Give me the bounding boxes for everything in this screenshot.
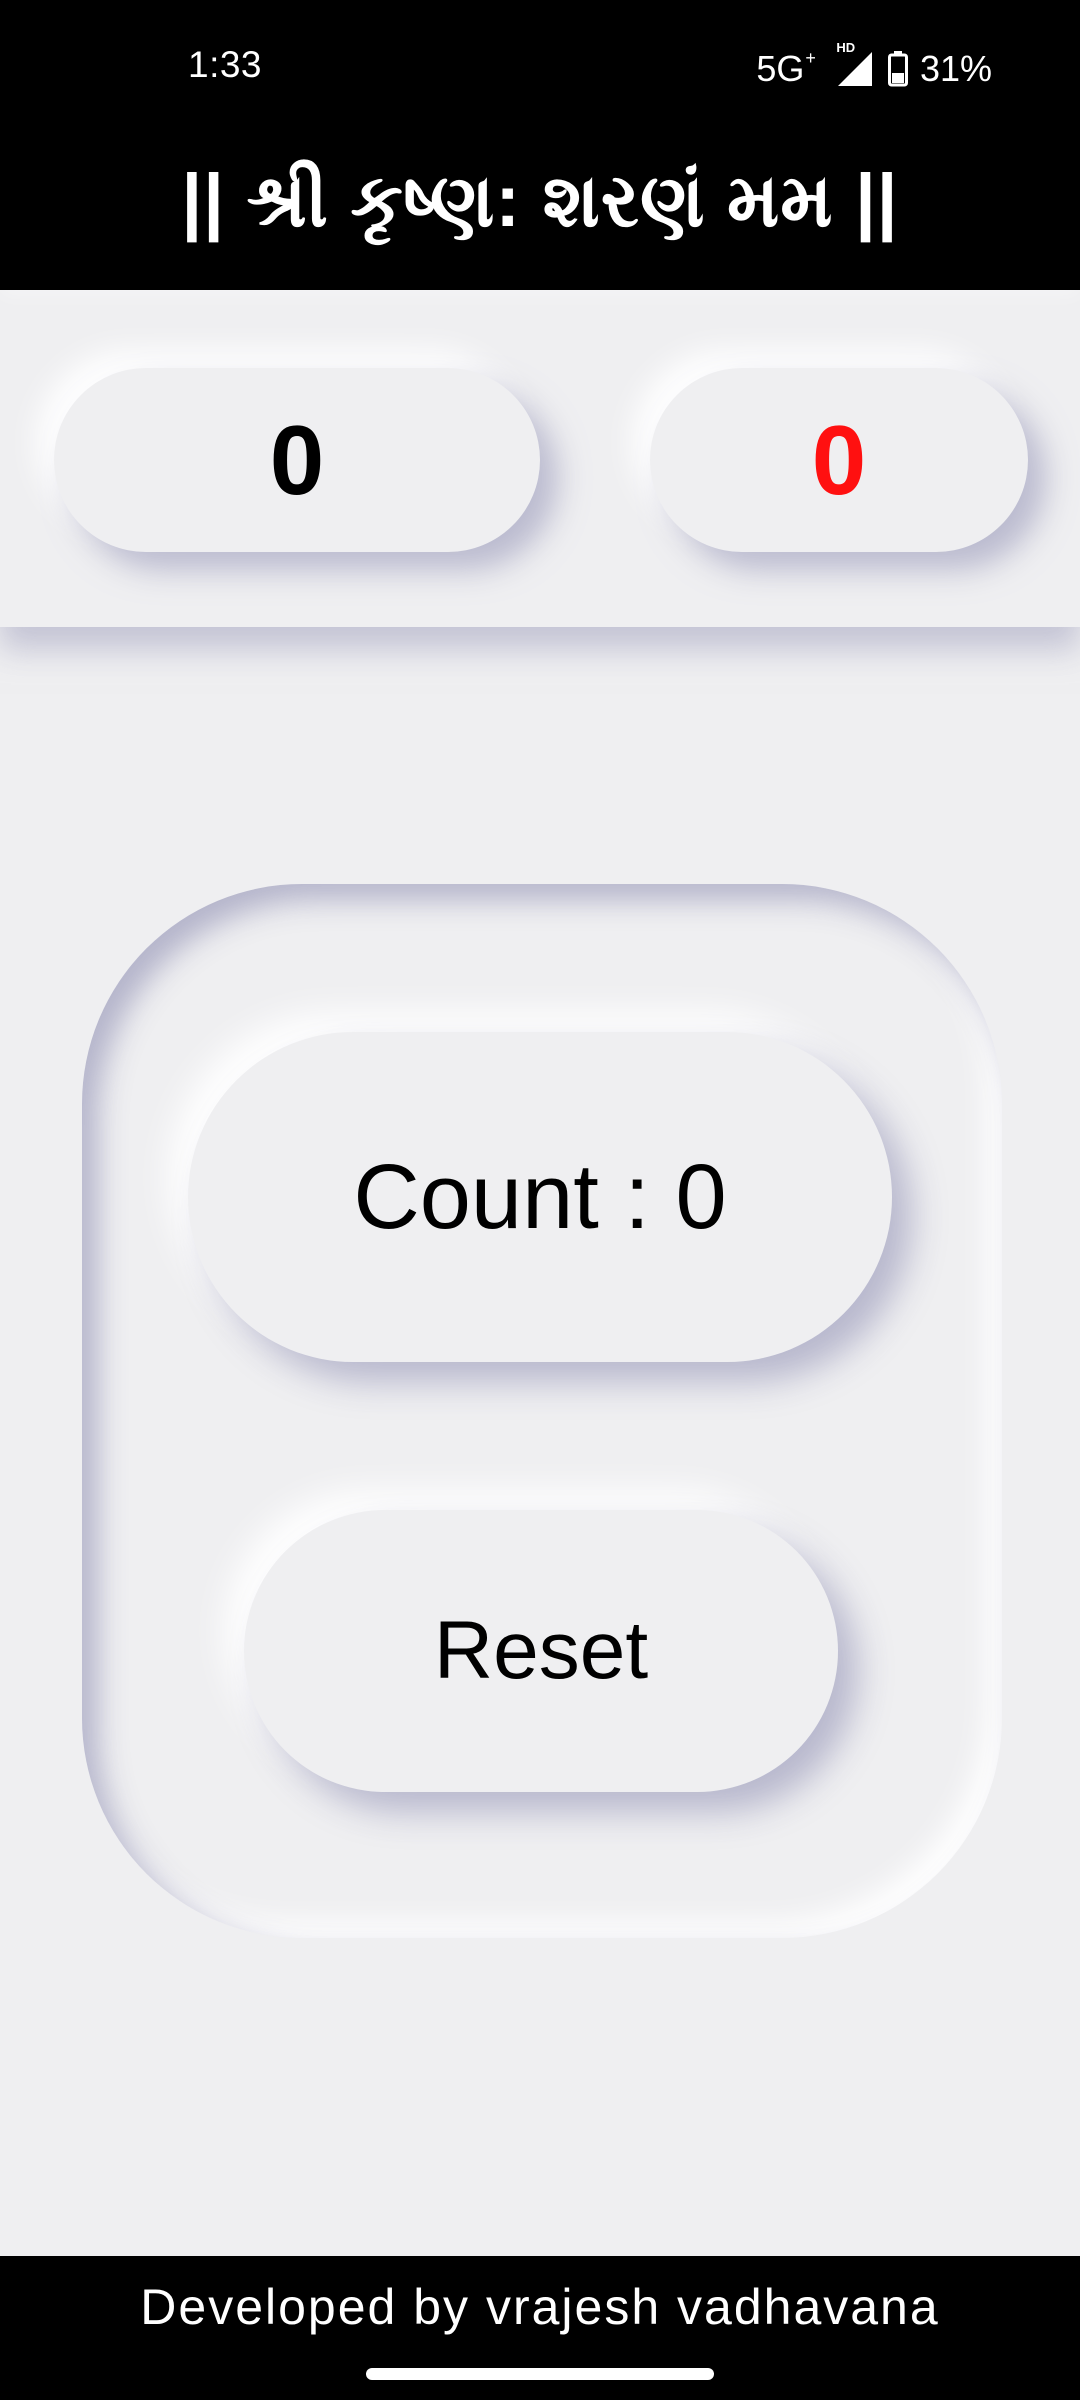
total-counter: 0 [54, 368, 540, 552]
network-suffix: + [805, 48, 816, 68]
title-bar: || શ્રી કૃષ્ણ: શરણં મમ || [0, 135, 1080, 290]
top-black-bar: 1:33 5G+ HD 31% || શ્રી કૃષ્ણ: શરણં મમ || [0, 0, 1080, 290]
network-indicator: 5G+ HD [756, 40, 855, 90]
developer-credit: Developed by vrajesh vadhavana [140, 2279, 940, 2335]
home-indicator[interactable] [366, 2368, 714, 2380]
footer: Developed by vrajesh vadhavana [0, 2256, 1080, 2400]
status-time: 1:33 [188, 44, 263, 85]
count-button[interactable]: Count : 0 [188, 1032, 892, 1362]
status-icons: 5G+ HD 31% [756, 40, 992, 94]
battery-percent: 31% [919, 48, 992, 89]
signal-icon [837, 52, 872, 86]
network-type: 5G [756, 48, 805, 89]
page-title: || શ્રી કૃષ્ણ: શરણં મમ || [181, 159, 899, 242]
counter-card: Count : 0 Reset [82, 884, 1002, 1938]
counter-panel: 0 0 [0, 290, 1080, 627]
hd-badge: HD [836, 40, 856, 55]
status-bar: 1:33 5G+ HD 31% [0, 0, 1080, 135]
reset-button[interactable]: Reset [244, 1510, 838, 1792]
round-counter: 0 [650, 368, 1028, 552]
battery-icon [887, 51, 908, 87]
